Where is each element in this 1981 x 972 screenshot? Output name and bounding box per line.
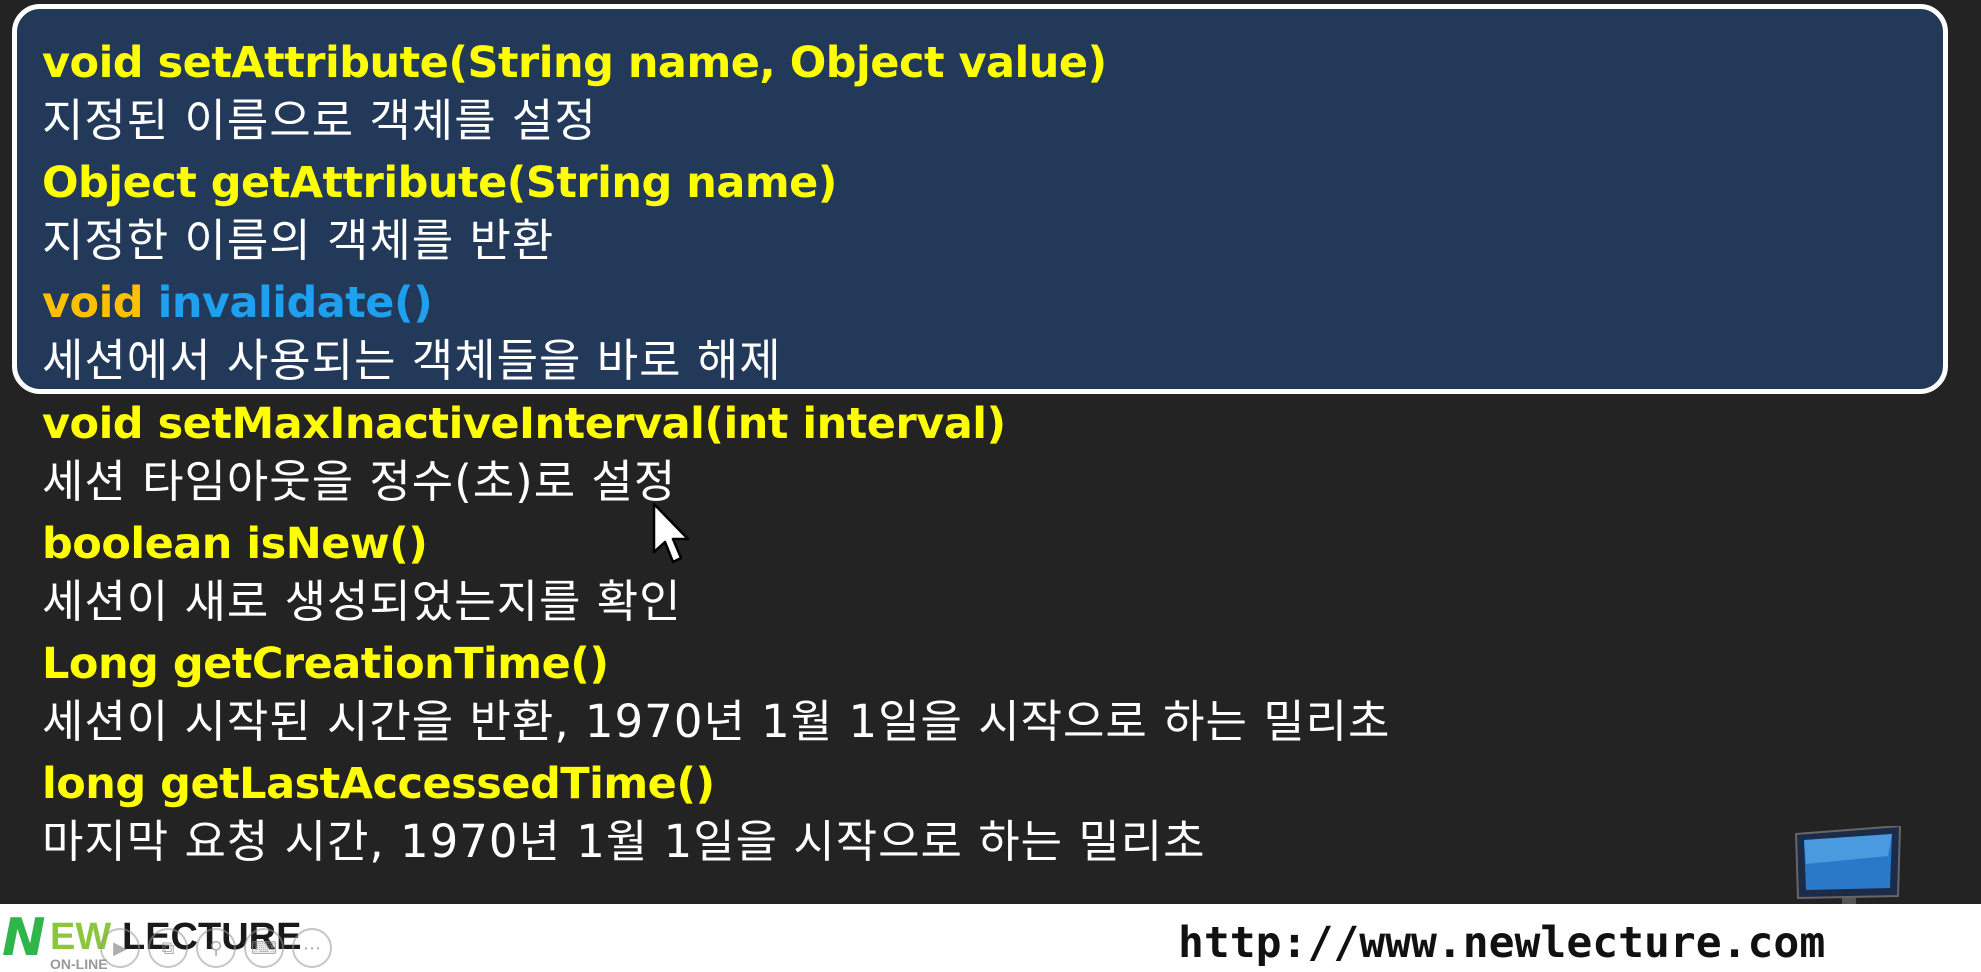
method-signature: Object getAttribute(String name) bbox=[42, 162, 837, 205]
search-icon[interactable]: ⚲ bbox=[196, 928, 236, 968]
method-description: 세션에서 사용되는 객체들을 바로 해제 bbox=[42, 334, 782, 387]
return-type: Object bbox=[42, 158, 197, 208]
method-description: 세션이 새로 생성되었는지를 확인 bbox=[42, 575, 682, 628]
method-signature: boolean isNew() bbox=[42, 523, 428, 566]
mouse-pointer-icon bbox=[652, 502, 690, 564]
method-signature: void setMaxInactiveInterval(int interval… bbox=[42, 403, 1006, 446]
method-name: setMaxInactiveInterval(int interval) bbox=[157, 399, 1007, 449]
return-type: long bbox=[42, 759, 146, 809]
method-name: getAttribute(String name) bbox=[210, 158, 838, 208]
logo-letter: N bbox=[2, 908, 46, 968]
method-signature: long getLastAccessedTime() bbox=[42, 763, 715, 806]
method-signature: Long getCreationTime() bbox=[42, 643, 609, 686]
method-name: invalidate() bbox=[157, 278, 433, 328]
return-type: Long bbox=[42, 639, 159, 689]
method-name: getLastAccessedTime() bbox=[160, 759, 715, 809]
slide: void setAttribute(String name, Object va… bbox=[0, 0, 1981, 972]
logo-subtext: ON-LINE bbox=[50, 956, 108, 972]
method-description: 세션 타임아웃을 정수(초)로 설정 bbox=[42, 455, 677, 508]
copy-icon[interactable]: ⧉ bbox=[148, 928, 188, 968]
method-signature: void setAttribute(String name, Object va… bbox=[42, 42, 1107, 85]
method-signature: void invalidate() bbox=[42, 282, 433, 325]
method-description: 지정한 이름의 객체를 반환 bbox=[42, 214, 555, 267]
play-icon[interactable]: ▶ bbox=[100, 928, 140, 968]
method-name: setAttribute(String name, Object value) bbox=[157, 38, 1108, 88]
keyboard-icon[interactable]: ⌨ bbox=[244, 928, 284, 968]
return-type: void bbox=[42, 38, 144, 88]
website-url: http://www.newlecture.com bbox=[1178, 918, 1826, 968]
method-description: 마지막 요청 시간, 1970년 1월 1일을 시작으로 하는 밀리초 bbox=[42, 815, 1206, 868]
method-name: isNew() bbox=[246, 519, 428, 569]
player-controls: ▶ ⧉ ⚲ ⌨ ⋯ bbox=[100, 928, 332, 968]
return-type: void bbox=[42, 399, 144, 449]
method-description: 세션이 시작된 시간을 반환, 1970년 1월 1일을 시작으로 하는 밀리초 bbox=[42, 695, 1391, 748]
method-name: getCreationTime() bbox=[172, 639, 609, 689]
return-type: boolean bbox=[42, 519, 232, 569]
return-type: void bbox=[42, 278, 144, 328]
method-description: 지정된 이름으로 객체를 설정 bbox=[42, 94, 597, 147]
more-icon[interactable]: ⋯ bbox=[292, 928, 332, 968]
